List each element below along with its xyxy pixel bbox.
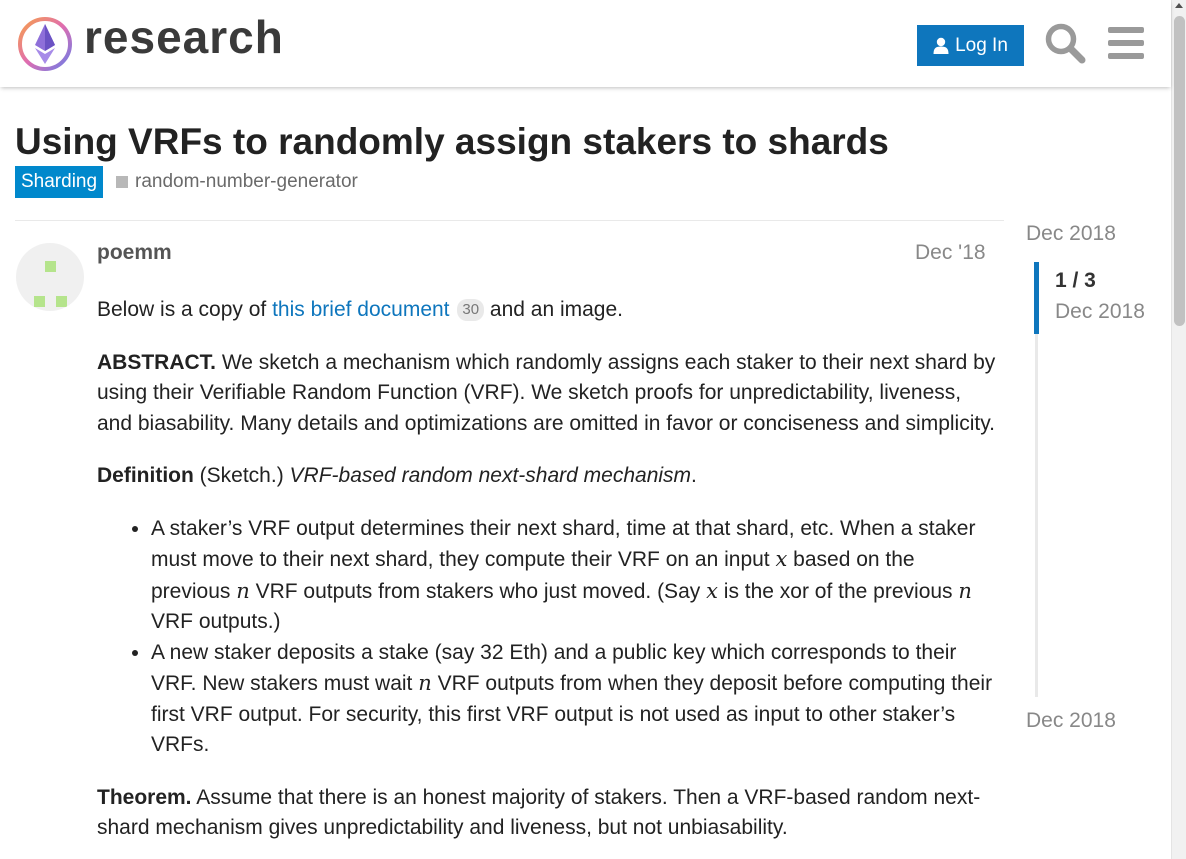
math-n: n	[236, 578, 250, 603]
abstract-paragraph: ABSTRACT. We sketch a mechanism which ra…	[97, 348, 997, 440]
tag-label: random-number-generator	[135, 171, 358, 192]
timeline-position: 1 / 3	[1055, 269, 1096, 292]
divider	[15, 220, 1004, 221]
login-label: Log In	[955, 34, 1008, 56]
site-header: research Log In	[0, 0, 1171, 87]
definition-label: Definition	[97, 464, 194, 487]
tag-link[interactable]: random-number-generator	[116, 171, 358, 193]
page-scrollbar[interactable]	[1171, 0, 1186, 859]
avatar[interactable]	[16, 243, 84, 311]
tag-square-icon	[116, 176, 128, 188]
scroll-up-arrow[interactable]	[1175, 3, 1183, 8]
avatar-pixel	[45, 261, 56, 272]
abstract-label: ABSTRACT.	[97, 350, 216, 374]
category-badge[interactable]: Sharding	[15, 166, 104, 198]
click-count-badge: 30	[457, 299, 485, 321]
timeline-end-date[interactable]: Dec 2018	[1026, 709, 1116, 733]
post-username[interactable]: poemm	[97, 241, 172, 265]
menu-icon[interactable]	[1108, 26, 1144, 60]
theorem-label: Theorem.	[97, 785, 192, 809]
avatar-pixel	[56, 296, 67, 307]
bullet-text: is the xor of the previous	[717, 579, 959, 603]
user-icon	[933, 37, 949, 54]
definition-list: A staker’s VRF output determines their n…	[151, 514, 997, 761]
bullet-text: VRF outputs from stakers who just moved.…	[249, 579, 707, 603]
definition-paren: (Sketch.)	[193, 464, 290, 487]
topic-title[interactable]: Using VRFs to randomly assign stakers to…	[15, 121, 889, 163]
scroll-thumb[interactable]	[1174, 16, 1185, 326]
document-link[interactable]: this brief document	[272, 298, 449, 321]
avatar-pixel	[34, 296, 45, 307]
post-date[interactable]: Dec '18	[915, 241, 986, 265]
list-item: A staker’s VRF output determines their n…	[151, 514, 997, 638]
timeline-handle[interactable]	[1034, 262, 1039, 334]
definition-end: .	[691, 464, 697, 487]
logo-icon[interactable]	[16, 14, 76, 74]
site-name[interactable]: research	[84, 10, 284, 64]
intro-text-end: and an image.	[484, 298, 623, 321]
theorem-text: Assume that there is an honest majority …	[97, 785, 981, 840]
math-x: x	[775, 547, 788, 571]
math-x: x	[706, 578, 718, 603]
post-body: Below is a copy of this brief document 3…	[97, 295, 997, 859]
intro-text: Below is a copy of	[97, 298, 273, 321]
abstract-text: We sketch a mechanism which randomly ass…	[97, 350, 996, 435]
timeline-current-date: Dec 2018	[1055, 300, 1145, 323]
search-icon[interactable]	[1044, 22, 1086, 64]
timeline-start-date[interactable]: Dec 2018	[1026, 222, 1116, 246]
theorem-paragraph: Theorem. Assume that there is an honest …	[97, 783, 997, 844]
login-button[interactable]: Log In	[917, 25, 1024, 66]
intro-paragraph: Below is a copy of this brief document 3…	[97, 295, 997, 326]
definition-paragraph: Definition (Sketch.) VRF-based random ne…	[97, 461, 997, 492]
definition-name: VRF-based random next-shard mechanism	[289, 464, 692, 487]
bullet-text: VRF outputs.)	[151, 610, 281, 633]
math-n: n	[418, 671, 432, 695]
math-n: n	[958, 578, 972, 603]
list-item: A new staker deposits a stake (say 32 Et…	[151, 638, 997, 761]
